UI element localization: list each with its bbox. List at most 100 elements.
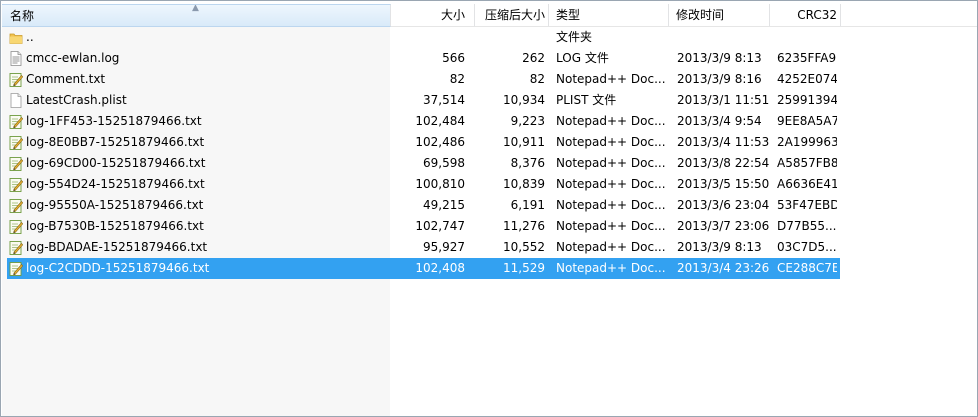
file-packed-size: 8,376: [510, 156, 545, 170]
file-size: 69,598: [423, 156, 465, 170]
notepad-icon: [9, 177, 24, 192]
file-modified-time: 2013/3/4 23:26: [677, 261, 770, 275]
notepad-icon: [9, 219, 24, 234]
file-type: Notepad++ Doc...: [556, 114, 666, 128]
notepad-icon: [9, 135, 24, 150]
file-size: 100,810: [415, 177, 465, 191]
file-name: log-554D24-15251879466.txt: [26, 177, 205, 191]
file-row[interactable]: log-BDADAE-15251879466.txt 95,927 10,552 No…: [2, 237, 977, 258]
column-header-crc-label: CRC32: [797, 8, 837, 22]
column-header-type-label: 类型: [556, 8, 581, 22]
file-packed-size: 9,223: [510, 114, 545, 128]
file-row[interactable]: log-95550A-15251879466.txt 49,215 6,191 Not…: [2, 195, 977, 216]
file-name: cmcc-ewlan.log: [26, 51, 120, 65]
file-name: log-95550A-15251879466.txt: [26, 198, 204, 212]
file-modified-time: 2013/3/9 8:16: [677, 72, 762, 86]
file-type: Notepad++ Doc...: [556, 198, 666, 212]
file-name: log-C2CDDD-15251879466.txt: [26, 261, 210, 275]
file-type: 文件夹: [556, 30, 593, 44]
file-size: 102,747: [415, 219, 465, 233]
file-crc32: 25991394: [777, 93, 837, 107]
file-crc32: D77B55...: [777, 219, 837, 233]
file-row[interactable]: .. 文件夹: [2, 27, 977, 48]
file-row[interactable]: Comment.txt 82 82 Notepad++ Doc... 2013/3/9 …: [2, 69, 977, 90]
notepad-icon: [9, 261, 24, 276]
file-modified-time: 2013/3/5 15:50: [677, 177, 770, 191]
file-row[interactable]: log-B7530B-15251879466.txt 102,747 11,276 N…: [2, 216, 977, 237]
file-type: Notepad++ Doc...: [556, 219, 666, 233]
file-row[interactable]: cmcc-ewlan.log 566 262 LOG 文件 2013/3/9 8:13 6…: [2, 48, 977, 69]
file-name: ..: [26, 30, 34, 44]
file-size: 82: [449, 72, 465, 86]
file-crc32: A6636E41: [777, 177, 837, 191]
column-header-modified-label: 修改时间: [676, 8, 725, 22]
file-size: 102,484: [415, 114, 465, 128]
column-header-name[interactable]: ▲ 名称: [2, 4, 391, 27]
file-row[interactable]: log-C2CDDD-15251879466.txt 102,408 11,529 N…: [2, 258, 977, 279]
file-row[interactable]: log-1FF453-15251879466.txt 102,484 9,223 No…: [2, 111, 977, 132]
file-modified-time: 2013/3/9 8:13: [677, 51, 762, 65]
file-type: Notepad++ Doc...: [556, 177, 666, 191]
file-name: log-8E0BB7-15251879466.txt: [26, 135, 205, 149]
file-size: 566: [442, 51, 465, 65]
file-packed-size: [465, 27, 545, 48]
file-crc32: [777, 27, 837, 48]
file-name: log-BDADAE-15251879466.txt: [26, 240, 208, 254]
notepad-icon: [9, 156, 24, 171]
sort-ascending-icon: ▲: [192, 4, 199, 13]
column-header-bar: ▲ 名称 大小 压缩后大小 类型 修改时间 CRC32: [2, 4, 977, 27]
log-file-icon: [9, 51, 23, 66]
file-name: log-69CD00-15251879466.txt: [26, 156, 206, 170]
file-crc32: CE288C7E: [777, 261, 837, 275]
file-type: LOG 文件: [556, 51, 609, 65]
column-header-packed-size[interactable]: 压缩后大小: [475, 4, 549, 27]
file-row[interactable]: log-8E0BB7-15251879466.txt 102,486 10,911 N…: [2, 132, 977, 153]
file-type: Notepad++ Doc...: [556, 240, 666, 254]
file-packed-size: 11,276: [503, 219, 545, 233]
notepad-icon: [9, 114, 24, 129]
file-crc32: 4252E074: [777, 72, 837, 86]
column-header-modified[interactable]: 修改时间: [669, 4, 770, 27]
file-modified-time: [677, 27, 772, 48]
column-header-crc32[interactable]: CRC32: [770, 4, 841, 27]
file-size: 102,408: [415, 261, 465, 275]
file-packed-size: 10,552: [503, 240, 545, 254]
file-type: PLIST 文件: [556, 93, 617, 107]
column-header-size[interactable]: 大小: [391, 4, 475, 27]
file-crc32: 6235FFA9: [777, 51, 837, 65]
file-crc32: 9EE8A5A7: [777, 114, 837, 128]
file-type: Notepad++ Doc...: [556, 261, 666, 275]
file-type: Notepad++ Doc...: [556, 72, 666, 86]
file-modified-time: 2013/3/6 23:04: [677, 198, 770, 212]
file-modified-time: 2013/3/4 9:54: [677, 114, 762, 128]
column-header-packed-label: 压缩后大小: [484, 8, 545, 22]
file-size: [391, 27, 465, 48]
file-row[interactable]: log-554D24-15251879466.txt 100,810 10,839 N…: [2, 174, 977, 195]
file-crc32: 03C7D5...: [777, 240, 837, 254]
file-packed-size: 10,911: [503, 135, 545, 149]
file-modified-time: 2013/3/9 8:13: [677, 240, 762, 254]
file-list-window: ▲ 名称 大小 压缩后大小 类型 修改时间 CRC32 .. 文件夹 cmcc-ew…: [0, 0, 978, 417]
notepad-icon: [9, 198, 24, 213]
file-size: 102,486: [415, 135, 465, 149]
notepad-icon: [9, 240, 24, 255]
file-row[interactable]: LatestCrash.plist 37,514 10,934 PLIST 文件 201…: [2, 90, 977, 111]
file-packed-size: 10,839: [503, 177, 545, 191]
file-modified-time: 2013/3/7 23:06: [677, 219, 770, 233]
file-packed-size: 11,529: [503, 261, 545, 275]
file-modified-time: 2013/3/8 22:54: [677, 156, 770, 170]
file-modified-time: 2013/3/1 11:51: [677, 93, 770, 107]
file-crc32: 53F47EBD: [777, 198, 837, 212]
file-packed-size: 82: [529, 72, 545, 86]
file-name: Comment.txt: [26, 72, 106, 86]
file-crc32: A5857FB8: [777, 156, 837, 170]
file-size: 49,215: [423, 198, 465, 212]
file-name: log-B7530B-15251879466.txt: [26, 219, 204, 233]
file-row[interactable]: log-69CD00-15251879466.txt 69,598 8,376 Not…: [2, 153, 977, 174]
file-size: 37,514: [423, 93, 465, 107]
file-type: Notepad++ Doc...: [556, 135, 666, 149]
column-header-size-label: 大小: [440, 8, 465, 22]
file-modified-time: 2013/3/4 11:53: [677, 135, 770, 149]
column-header-type[interactable]: 类型: [549, 4, 669, 27]
folder-icon: [9, 30, 23, 45]
